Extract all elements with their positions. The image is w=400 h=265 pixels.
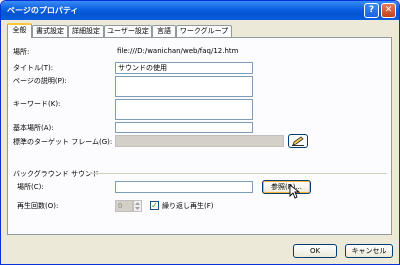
sound-location-label: 場所(C): — [17, 183, 44, 191]
keywords-input[interactable] — [115, 99, 253, 120]
target-frame-input — [115, 135, 284, 147]
loop-count-input: 0 — [115, 200, 133, 212]
help-button[interactable]: ? — [364, 3, 379, 18]
mouse-cursor-icon — [289, 184, 300, 199]
cancel-button[interactable]: キャンセル — [345, 244, 393, 258]
tab-general[interactable]: 全般 — [7, 23, 32, 38]
target-frame-label: 標準のターゲット フレーム(G): — [13, 138, 113, 146]
page-properties-dialog: ページのプロパティ ? ✕ 全般 書式設定 詳細設定 ユーザー設定 言語 ワーク… — [0, 0, 400, 265]
base-location-input[interactable] — [115, 122, 253, 133]
group-divider — [90, 173, 387, 174]
pencil-icon — [292, 136, 304, 146]
sound-location-input[interactable] — [115, 181, 253, 193]
target-frame-button[interactable] — [288, 134, 308, 148]
background-sound-group-label: バックグラウンド サウンド — [13, 170, 99, 178]
spinner-arrows-icon — [133, 200, 142, 212]
loop-count-label: 再生回数(O): — [17, 202, 59, 210]
title-label: タイトル(T): — [13, 64, 54, 72]
base-location-label: 基本場所(A): — [13, 124, 54, 132]
dialog-title: ページのプロパティ — [7, 6, 79, 15]
close-button[interactable]: ✕ — [381, 3, 396, 18]
tab-formatting[interactable]: 書式設定 — [32, 25, 68, 37]
description-input[interactable] — [115, 76, 253, 97]
location-label: 場所: — [13, 48, 30, 56]
general-tab-panel: 場所: file:///D:/wanichan/web/faq/12.htm タ… — [7, 37, 392, 235]
ok-button[interactable]: OK — [293, 244, 337, 258]
loop-forever-label: 繰り返し再生(F) — [162, 202, 214, 210]
loop-forever-checkbox[interactable]: ✓ — [150, 201, 159, 210]
keywords-label: キーワード(K): — [13, 100, 61, 108]
title-bar[interactable]: ページのプロパティ ? ✕ — [1, 1, 399, 20]
title-input[interactable]: サウンドの使用 — [115, 62, 253, 74]
tab-custom[interactable]: ユーザー設定 — [104, 25, 152, 37]
location-value: file:///D:/wanichan/web/faq/12.htm — [117, 47, 239, 55]
description-label: ページの説明(P): — [13, 77, 67, 85]
tab-language[interactable]: 言語 — [152, 25, 176, 37]
tab-workgroup[interactable]: ワークグループ — [176, 25, 232, 37]
browse-button[interactable]: 参照(R)... — [262, 180, 311, 194]
tab-advanced[interactable]: 詳細設定 — [68, 25, 104, 37]
